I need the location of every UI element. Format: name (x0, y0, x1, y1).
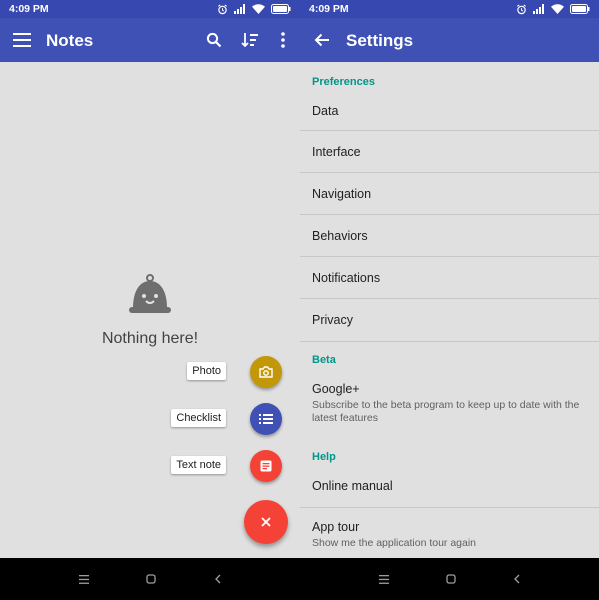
photo-fab-label[interactable]: Photo (187, 362, 226, 380)
pref-item-label: Privacy (312, 313, 353, 327)
notes-screen: 4:09 PM Notes Nothing here! Photo Checkl… (0, 0, 300, 600)
pref-item-label: Behaviors (312, 229, 368, 243)
pref-item-behaviors[interactable]: Behaviors (300, 215, 599, 256)
pref-item-summary: Subscribe to the beta program to keep up… (312, 399, 580, 424)
section-header-help: Help (312, 451, 336, 463)
pref-item-app-tour[interactable]: App tour Show me the application tour ag… (300, 508, 599, 558)
list-icon (259, 414, 273, 424)
pref-item-label: Interface (312, 145, 361, 159)
signal-icon (533, 4, 544, 14)
pref-item-label: Data (312, 104, 339, 118)
wifi-icon (252, 4, 265, 14)
photo-fab[interactable] (250, 356, 282, 388)
pref-item-privacy[interactable]: Privacy (300, 299, 599, 340)
settings-screen: 4:09 PM Settings Preferences Data Interf… (300, 0, 599, 600)
status-time: 4:09 PM (309, 3, 349, 15)
settings-list: Preferences Data Interface Navigation Be… (300, 62, 599, 558)
back-chevron-icon[interactable] (513, 574, 520, 584)
wifi-icon (551, 4, 564, 14)
pref-item-navigation[interactable]: Navigation (300, 173, 599, 214)
divider (300, 341, 599, 342)
notes-app-bar: Notes (0, 18, 300, 62)
pref-item-label: App tour (312, 520, 360, 534)
more-vert-icon[interactable] (276, 30, 290, 50)
sort-icon[interactable] (240, 30, 260, 50)
bell-icon (129, 274, 171, 313)
battery-icon (570, 4, 590, 14)
section-header-beta: Beta (312, 354, 336, 366)
status-time: 4:09 PM (9, 3, 49, 15)
back-chevron-icon[interactable] (214, 574, 221, 584)
empty-state-text: Nothing here! (101, 330, 199, 347)
status-bar: 4:09 PM (0, 0, 300, 18)
signal-icon (234, 4, 245, 14)
pref-item-notifications[interactable]: Notifications (300, 257, 599, 298)
system-nav-bar (300, 558, 599, 600)
settings-app-bar: Settings (300, 18, 599, 62)
pref-item-interface[interactable]: Interface (300, 131, 599, 172)
pref-item-label: Notifications (312, 271, 381, 285)
checklist-fab-label[interactable]: Checklist (171, 409, 226, 427)
pref-item-label: Google+ (312, 382, 360, 396)
notes-content: Nothing here! Photo Checklist Text note (0, 62, 300, 558)
status-bar: 4:09 PM (300, 0, 599, 18)
recents-menu-icon[interactable] (78, 574, 89, 584)
pref-item-google-plus[interactable]: Google+ Subscribe to the beta program to… (300, 370, 599, 432)
system-nav-bar (0, 558, 300, 600)
alarm-icon (218, 3, 227, 14)
close-fab[interactable] (244, 500, 288, 544)
textnote-fab[interactable] (250, 450, 282, 482)
search-icon[interactable] (205, 31, 223, 49)
pref-item-summary: Show me the application tour again (312, 537, 477, 549)
section-header-preferences: Preferences (312, 76, 375, 88)
close-icon (261, 517, 271, 527)
textnote-fab-label[interactable]: Text note (171, 456, 226, 474)
camera-icon (259, 366, 273, 378)
pref-item-label: Online manual (312, 479, 393, 493)
note-icon (260, 460, 272, 472)
home-square-icon[interactable] (446, 574, 456, 584)
home-square-icon[interactable] (146, 574, 157, 584)
alarm-icon (517, 3, 526, 14)
app-title: Settings (346, 31, 414, 50)
app-title: Notes (46, 31, 94, 50)
recents-menu-icon[interactable] (378, 574, 389, 584)
pref-item-online-manual[interactable]: Online manual (300, 467, 599, 505)
menu-icon[interactable] (12, 30, 32, 50)
pref-item-label: Navigation (312, 187, 372, 201)
checklist-fab[interactable] (250, 403, 282, 435)
back-arrow-icon[interactable] (312, 30, 332, 50)
battery-icon (271, 4, 291, 14)
